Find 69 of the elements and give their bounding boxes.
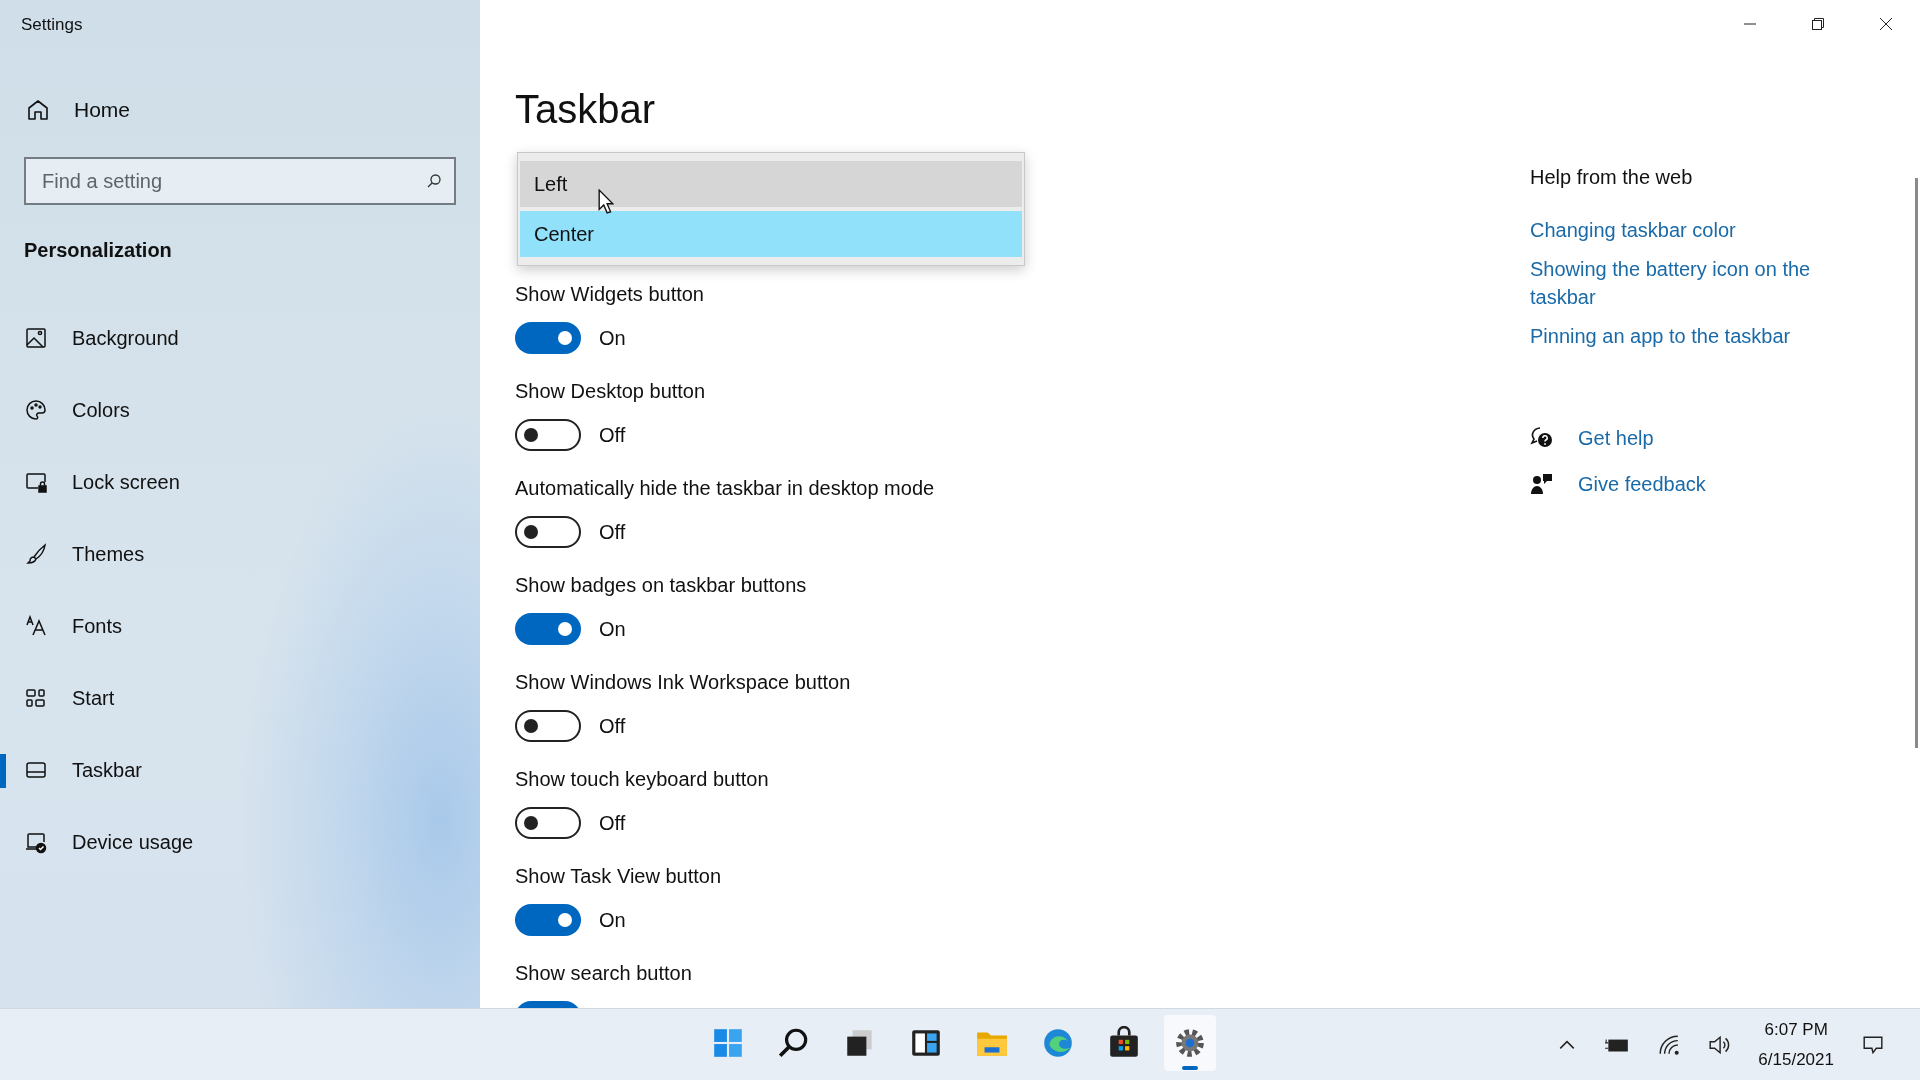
dropdown-option[interactable]: Left	[520, 161, 1022, 207]
help-link[interactable]: Pinning an app to the taskbar	[1530, 322, 1860, 350]
volume-icon[interactable]	[1708, 1033, 1731, 1056]
taskbar-app-button[interactable]	[1164, 1015, 1216, 1071]
store-icon	[1107, 1026, 1141, 1060]
setting-label: Automatically hide the taskbar in desktop mode	[515, 476, 935, 500]
settings-icon	[1173, 1026, 1207, 1060]
toggle-switch[interactable]	[515, 807, 581, 839]
toggle-state: On	[599, 326, 626, 350]
nav-item[interactable]: Background	[0, 318, 480, 358]
nav-item[interactable]: Fonts	[0, 606, 480, 646]
home-link[interactable]: Home	[0, 94, 131, 126]
section-heading: Personalization	[24, 239, 173, 263]
close-icon	[1878, 16, 1894, 32]
home-icon	[26, 98, 50, 122]
help-chat-icon	[1530, 426, 1554, 450]
setting-label: Show search button	[515, 961, 692, 985]
start-icon	[711, 1026, 745, 1060]
toggle-state: Off	[599, 423, 626, 447]
minimize-icon	[1742, 23, 1758, 25]
setting-label: Show Widgets button	[515, 282, 704, 306]
nav-item[interactable]: Themes	[0, 534, 480, 574]
nav-item[interactable]: Lock screen	[0, 462, 480, 502]
page-title: Taskbar	[515, 86, 656, 132]
toggle-state: Off	[599, 811, 626, 835]
palette-icon	[24, 398, 48, 422]
toggle-switch[interactable]	[515, 904, 581, 936]
nav-item[interactable]: Colors	[0, 390, 480, 430]
nav-item[interactable]: Taskbar	[0, 750, 480, 790]
toggle-state: Off	[599, 520, 626, 544]
scroll-bar[interactable]	[1915, 178, 1918, 748]
toggle-state: On	[599, 908, 626, 932]
toggle-switch[interactable]	[515, 322, 581, 354]
search-icon	[426, 173, 442, 189]
feedback-icon	[1530, 472, 1554, 496]
help-action-link[interactable]: Get help	[1578, 424, 1654, 452]
brush-icon	[24, 542, 48, 566]
toggle-state: On	[599, 617, 626, 641]
setting-label: Show badges on taskbar buttons	[515, 573, 807, 597]
toggle-switch[interactable]	[515, 613, 581, 645]
toggle-state: Off	[599, 714, 626, 738]
help-heading: Help from the web	[1530, 165, 1693, 190]
nav-item[interactable]: Start	[0, 678, 480, 718]
wifi-icon[interactable]	[1658, 1033, 1681, 1056]
toggle-switch[interactable]	[515, 419, 581, 451]
lock-screen-icon	[24, 470, 48, 494]
help-link[interactable]: Changing taskbar color	[1530, 216, 1860, 244]
help-link[interactable]: Showing the battery icon on the taskbar	[1530, 255, 1860, 311]
setting-label: Show touch keyboard button	[515, 767, 769, 791]
toggle-switch[interactable]	[515, 710, 581, 742]
setting-label: Show Windows Ink Workspace button	[515, 670, 851, 694]
setting-label: Show Desktop button	[515, 379, 706, 403]
dropdown-option[interactable]: Center	[520, 211, 1022, 257]
device-check-icon	[24, 830, 48, 854]
setting-label: Show Task View button	[515, 864, 722, 888]
toggle-switch[interactable]	[515, 516, 581, 548]
clock-time: 6:07 PM	[1764, 1019, 1828, 1040]
nav-item[interactable]: Device usage	[0, 822, 480, 862]
mouse-pointer-icon	[598, 189, 614, 214]
browser-icon	[1041, 1026, 1075, 1060]
picture-icon	[24, 326, 48, 350]
window-title: Settings	[20, 14, 84, 36]
tiles-icon	[24, 686, 48, 710]
search-field[interactable]: Find a setting	[24, 157, 456, 205]
help-action-link[interactable]: Give feedback	[1578, 470, 1706, 498]
clock-date: 6/15/2021	[1758, 1049, 1834, 1070]
restore-icon	[1810, 16, 1826, 32]
font-icon	[24, 614, 48, 638]
clock[interactable]: 6:07 PM 6/15/2021	[1758, 1019, 1834, 1070]
